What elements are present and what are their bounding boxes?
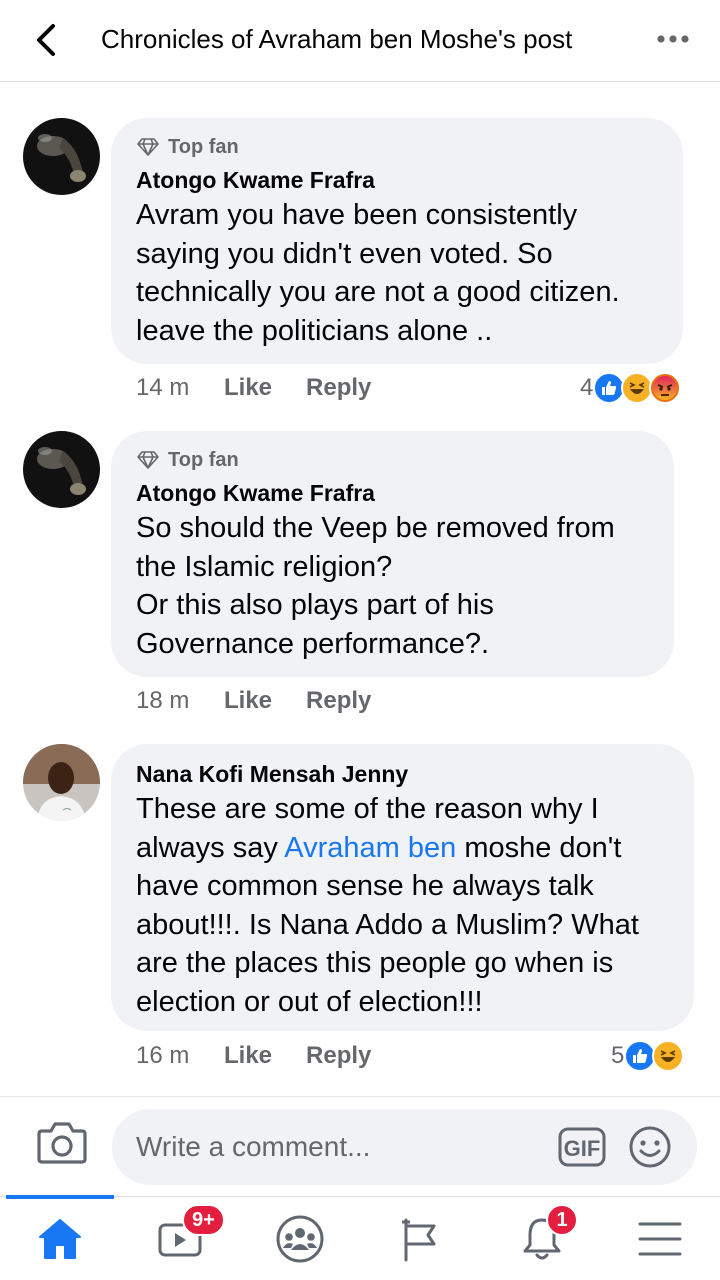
tab-watch[interactable]: 9+ [140, 1204, 225, 1271]
tab-notifications[interactable]: 1 [502, 1204, 582, 1271]
comment-actions: 16 m Like Reply [136, 1039, 405, 1073]
gif-label: GIF [564, 1136, 601, 1161]
hamburger-menu-icon [638, 1222, 682, 1256]
camera-button[interactable] [36, 1119, 88, 1165]
comment-author[interactable]: Atongo Kwame Frafra [136, 477, 650, 509]
camera-icon [37, 1122, 87, 1164]
comment-time[interactable]: 14 m [136, 374, 224, 402]
mention-link[interactable]: Avraham ben [284, 832, 456, 864]
reaction-summary[interactable]: 5 [611, 1039, 685, 1073]
home-icon [39, 1219, 81, 1259]
bottom-tab-bar: 9+ 1 [0, 1195, 720, 1280]
gif-button[interactable]: GIF [558, 1125, 606, 1169]
like-button[interactable]: Like [224, 1042, 272, 1070]
commenter-avatar[interactable] [23, 431, 100, 508]
commenter-avatar[interactable] [23, 744, 100, 821]
comment-composer: GIF [0, 1096, 720, 1196]
top-fan-badge: Top fan [136, 132, 659, 162]
diamond-icon [137, 451, 159, 469]
reply-button[interactable]: Reply [306, 374, 371, 402]
comment-text: Avram you have been consistently saying … [136, 199, 620, 347]
comment-author[interactable]: Atongo Kwame Frafra [136, 164, 659, 196]
comment-time[interactable]: 18 m [136, 687, 224, 715]
header-bar: Chronicles of Avraham ben Moshe's post [0, 0, 720, 82]
tab-pages[interactable] [380, 1207, 460, 1271]
notifications-badge: 1 [546, 1204, 578, 1236]
emoji-icon [629, 1126, 671, 1168]
reaction-count: 5 [611, 1042, 625, 1069]
comment-actions: 18 m Like Reply [136, 684, 405, 718]
tab-home[interactable] [20, 1207, 100, 1271]
groups-icon [276, 1215, 324, 1263]
chevron-left-icon [37, 24, 55, 56]
like-button[interactable]: Like [224, 687, 272, 715]
comment-text: So should the Veep be removed from the I… [136, 512, 615, 660]
active-tab-indicator [6, 1195, 114, 1199]
comment-field[interactable]: GIF [112, 1109, 697, 1185]
more-options-button[interactable] [648, 22, 698, 56]
commenter-avatar[interactable] [23, 118, 100, 195]
comment-time[interactable]: 16 m [136, 1042, 224, 1070]
comment-input[interactable] [136, 1109, 536, 1185]
diamond-icon [137, 138, 159, 156]
tab-groups[interactable] [260, 1207, 340, 1271]
angry-reaction-icon [649, 372, 682, 404]
tab-menu[interactable] [620, 1207, 700, 1271]
more-dots-icon [657, 35, 689, 43]
haha-reaction-icon [652, 1040, 685, 1072]
reply-button[interactable]: Reply [306, 1042, 371, 1070]
top-fan-label: Top fan [168, 135, 239, 158]
emoji-button[interactable] [628, 1125, 672, 1169]
like-button[interactable]: Like [224, 374, 272, 402]
reaction-count: 4 [580, 374, 594, 401]
back-button[interactable] [24, 18, 68, 62]
comment-actions: 14 m Like Reply [136, 371, 405, 405]
top-fan-badge: Top fan [136, 445, 650, 475]
top-fan-label: Top fan [168, 448, 239, 471]
comment-author[interactable]: Nana Kofi Mensah Jenny [136, 758, 670, 790]
page-title: Chronicles of Avraham ben Moshe's post [101, 24, 573, 54]
watch-badge: 9+ [182, 1204, 225, 1236]
reaction-summary[interactable]: 4 [580, 371, 682, 405]
comment-bubble[interactable]: Top fan Atongo Kwame Frafra Avram you ha… [111, 118, 683, 364]
flag-icon [402, 1218, 436, 1262]
reply-button[interactable]: Reply [306, 687, 371, 715]
comment-bubble[interactable]: Top fan Atongo Kwame Frafra So should th… [111, 431, 674, 677]
comment-bubble[interactable]: Nana Kofi Mensah Jenny These are some of… [111, 744, 694, 1031]
comment-text: These are some of the reason why I alway… [136, 790, 670, 1021]
